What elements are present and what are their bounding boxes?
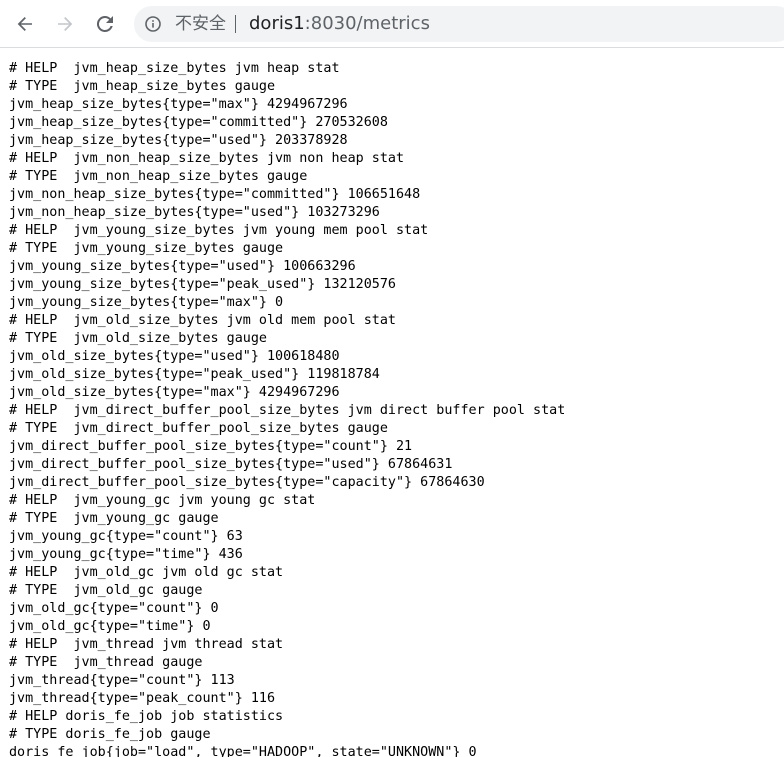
metric-line: # HELP jvm_non_heap_size_bytes jvm non h… xyxy=(9,151,405,166)
metric-line: # HELP jvm_old_size_bytes jvm old mem po… xyxy=(9,313,396,328)
metric-line: jvm_young_size_bytes{type="peak_used"} 1… xyxy=(9,277,396,292)
metric-line: jvm_young_gc{type="count"} 63 xyxy=(9,529,243,544)
metric-line: # HELP jvm_young_size_bytes jvm young me… xyxy=(9,223,429,238)
metrics-text: # HELP jvm_heap_size_bytes jvm heap stat… xyxy=(0,60,784,757)
url-path: :8030/metrics xyxy=(304,13,430,34)
metric-line: jvm_direct_buffer_pool_size_bytes{type="… xyxy=(9,475,485,490)
address-bar[interactable]: 不安全 doris1:8030/metrics xyxy=(134,6,784,42)
forward-button[interactable] xyxy=(49,8,81,40)
metric-line: jvm_young_size_bytes{type="max"} 0 xyxy=(9,295,284,310)
reload-icon xyxy=(96,15,113,32)
security-label[interactable]: 不安全 xyxy=(175,13,226,35)
metric-line: # HELP jvm_heap_size_bytes jvm heap stat xyxy=(9,61,340,76)
arrow-left-icon xyxy=(17,17,32,31)
metric-line: jvm_direct_buffer_pool_size_bytes{type="… xyxy=(9,457,453,472)
metric-line: # HELP jvm_direct_buffer_pool_size_bytes… xyxy=(9,403,566,418)
metric-line: jvm_direct_buffer_pool_size_bytes{type="… xyxy=(9,439,413,454)
metric-line: jvm_old_gc{type="count"} 0 xyxy=(9,601,219,616)
info-circle-icon[interactable] xyxy=(145,16,161,32)
metric-line: jvm_thread{type="count"} 113 xyxy=(9,673,235,688)
metric-line: jvm_heap_size_bytes{type="max"} 42949672… xyxy=(9,97,348,112)
metric-line: # HELP doris_fe_job job statistics xyxy=(9,709,284,724)
page-content: # HELP jvm_heap_size_bytes jvm heap stat… xyxy=(0,60,784,757)
metric-line: # HELP jvm_old_gc jvm old gc stat xyxy=(9,565,284,580)
metric-line: jvm_old_size_bytes{type="used"} 10061848… xyxy=(9,349,340,364)
metric-line: jvm_young_size_bytes{type="used"} 100663… xyxy=(9,259,356,274)
metric-line: jvm_heap_size_bytes{type="used"} 2033789… xyxy=(9,133,348,148)
metric-line: doris_fe_job{job="load", type="HADOOP", … xyxy=(9,745,477,757)
metric-line: jvm_old_gc{type="time"} 0 xyxy=(9,619,211,634)
metric-line: # TYPE jvm_direct_buffer_pool_size_bytes… xyxy=(9,421,388,436)
metric-line: jvm_non_heap_size_bytes{type="committed"… xyxy=(9,187,421,202)
arrow-right-icon xyxy=(58,17,73,31)
back-button[interactable] xyxy=(9,8,41,40)
metric-line: jvm_old_size_bytes{type="max"} 429496729… xyxy=(9,385,340,400)
url-text[interactable]: doris1:8030/metrics xyxy=(249,13,430,35)
metric-line: # TYPE jvm_young_size_bytes gauge xyxy=(9,241,284,256)
reload-button[interactable] xyxy=(89,8,121,40)
metric-line: # TYPE jvm_young_gc gauge xyxy=(9,511,219,526)
metric-line: jvm_non_heap_size_bytes{type="used"} 103… xyxy=(9,205,380,220)
metric-line: # TYPE doris_fe_job gauge xyxy=(9,727,211,742)
browser-toolbar: 不安全 doris1:8030/metrics xyxy=(0,0,784,48)
url-host: doris1 xyxy=(249,13,305,34)
metric-line: jvm_thread{type="peak_count"} 116 xyxy=(9,691,276,706)
metric-line: # HELP jvm_young_gc jvm young gc stat xyxy=(9,493,316,508)
metric-line: jvm_heap_size_bytes{type="committed"} 27… xyxy=(9,115,388,130)
metric-line: jvm_young_gc{type="time"} 436 xyxy=(9,547,243,562)
metric-line: # TYPE jvm_heap_size_bytes gauge xyxy=(9,79,276,94)
omnibox-separator xyxy=(235,15,236,33)
metric-line: # TYPE jvm_old_size_bytes gauge xyxy=(9,331,267,346)
metric-line: jvm_old_size_bytes{type="peak_used"} 119… xyxy=(9,367,380,382)
metric-line: # TYPE jvm_old_gc gauge xyxy=(9,583,203,598)
metric-line: # HELP jvm_thread jvm thread stat xyxy=(9,637,284,652)
metric-line: # TYPE jvm_thread gauge xyxy=(9,655,203,670)
metric-line: # TYPE jvm_non_heap_size_bytes gauge xyxy=(9,169,308,184)
